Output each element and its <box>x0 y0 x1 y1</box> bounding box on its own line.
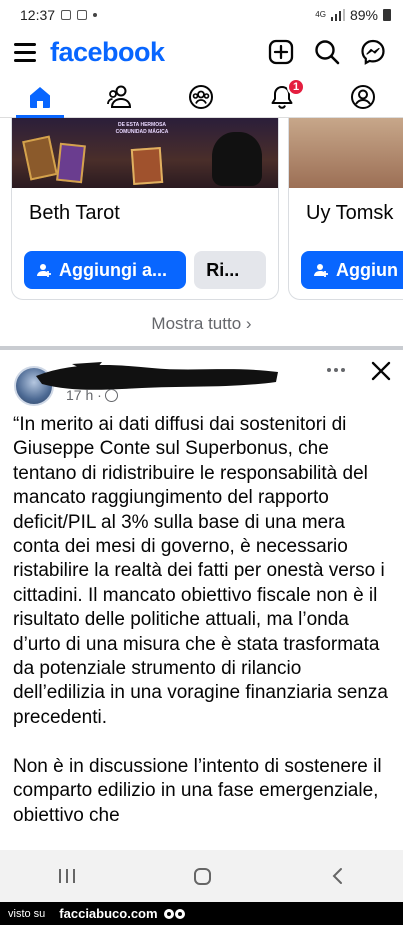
hide-post-button[interactable] <box>368 358 394 384</box>
watermark-site: facciabuco.com <box>59 906 158 921</box>
home-nav-button[interactable] <box>193 867 211 885</box>
tarot-card-image <box>56 142 86 184</box>
photo-caption: DE ESTA HERMOSA COMUNIDAD MÁGICA <box>115 122 169 135</box>
recents-bar-icon <box>59 869 62 883</box>
profile-icon <box>350 84 375 109</box>
post-body: “In merito ai dati diffusi dai sostenito… <box>13 414 388 826</box>
suggestion-actions: Aggiun <box>289 240 403 289</box>
add-friend-icon <box>314 264 328 277</box>
messenger-button[interactable] <box>357 36 389 68</box>
menu-icon[interactable] <box>14 42 38 62</box>
search-button[interactable] <box>311 36 343 68</box>
post-meta: 17 h · <box>66 387 118 403</box>
friend-suggestions-carousel: DE ESTA HERMOSA COMUNIDAD MÁGICA Beth Ta… <box>0 118 403 346</box>
status-left: 12:37 <box>20 7 98 23</box>
suggestion-card[interactable]: DE ESTA HERMOSA COMUNIDAD MÁGICA Beth Ta… <box>11 118 279 300</box>
top-app-bar: facebook <box>0 30 403 74</box>
recents-bar-icon <box>66 869 69 883</box>
status-bar: 12:37 4G 89% <box>0 0 403 30</box>
recents-bar-icon <box>73 869 76 883</box>
post-time[interactable]: 17 h · <box>66 387 102 403</box>
suggestion-actions: Aggiungi a... Ri... <box>12 240 278 289</box>
network-type: 4G <box>315 10 326 19</box>
suggestion-photo[interactable]: DE ESTA HERMOSA COMUNIDAD MÁGICA <box>12 118 278 188</box>
add-friend-icon <box>37 264 51 277</box>
see-all-link[interactable]: Mostra tutto › <box>0 314 403 334</box>
more-options-button[interactable] <box>322 360 350 380</box>
messenger-icon <box>361 39 385 65</box>
create-button[interactable] <box>265 36 297 68</box>
notification-badge: 1 <box>287 77 306 96</box>
tab-home[interactable] <box>10 76 70 118</box>
suggestion-card[interactable]: Uy Tomsk Aggiun <box>288 118 403 300</box>
more-dot-icon <box>334 368 338 372</box>
chevron-right-icon: › <box>245 314 252 333</box>
tab-profile[interactable] <box>333 76 393 118</box>
remove-button[interactable]: Ri... <box>194 251 266 289</box>
groups-icon <box>189 84 214 109</box>
watermark-prefix: visto su <box>8 907 46 920</box>
feed-post: 17 h · “In merito ai dati diffusi dai so… <box>0 350 403 850</box>
status-time: 12:37 <box>20 7 56 23</box>
home-icon <box>30 86 51 108</box>
tab-notifications[interactable]: 1 <box>252 76 312 118</box>
battery-icon <box>383 9 391 21</box>
see-all-label: Mostra tutto <box>151 314 242 333</box>
add-friend-label: Aggiungi a... <box>59 259 167 280</box>
battery-level: 89% <box>349 7 378 23</box>
tab-groups[interactable] <box>171 76 231 118</box>
black-cat-image <box>212 132 262 186</box>
more-dot-icon <box>327 368 331 372</box>
eyes-logo-icon <box>163 908 185 919</box>
add-friend-button[interactable]: Aggiungi a... <box>24 251 187 289</box>
suggestion-name[interactable]: Beth Tarot <box>12 188 278 240</box>
signal-icon <box>330 9 345 21</box>
close-icon <box>371 361 391 381</box>
watermark-bar: visto su facciabuco.com <box>0 902 403 925</box>
gallery-notification-icon <box>61 10 72 20</box>
tarot-card-image <box>130 146 164 186</box>
recents-button[interactable] <box>59 869 76 883</box>
more-notifications-icon <box>93 13 98 17</box>
gallery-notification-icon-2 <box>77 10 88 20</box>
back-icon[interactable] <box>330 867 344 885</box>
more-dot-icon <box>341 368 345 372</box>
system-nav-bar <box>0 850 403 902</box>
add-friend-label: Aggiun <box>336 259 398 280</box>
tab-bar: 1 <box>0 76 403 118</box>
appbar-actions <box>265 36 389 68</box>
globe-icon <box>104 388 118 402</box>
search-icon <box>315 40 340 65</box>
friends-icon <box>106 85 131 108</box>
status-right: 4G 89% <box>315 7 391 23</box>
add-friend-button[interactable]: Aggiun <box>301 251 403 289</box>
suggestion-name[interactable]: Uy Tomsk <box>289 188 403 240</box>
add-icon <box>268 39 294 65</box>
tarot-card-image <box>22 135 58 181</box>
tab-friends[interactable] <box>91 76 151 118</box>
suggestion-photo[interactable] <box>289 118 403 188</box>
facebook-logo[interactable]: facebook <box>50 37 165 68</box>
